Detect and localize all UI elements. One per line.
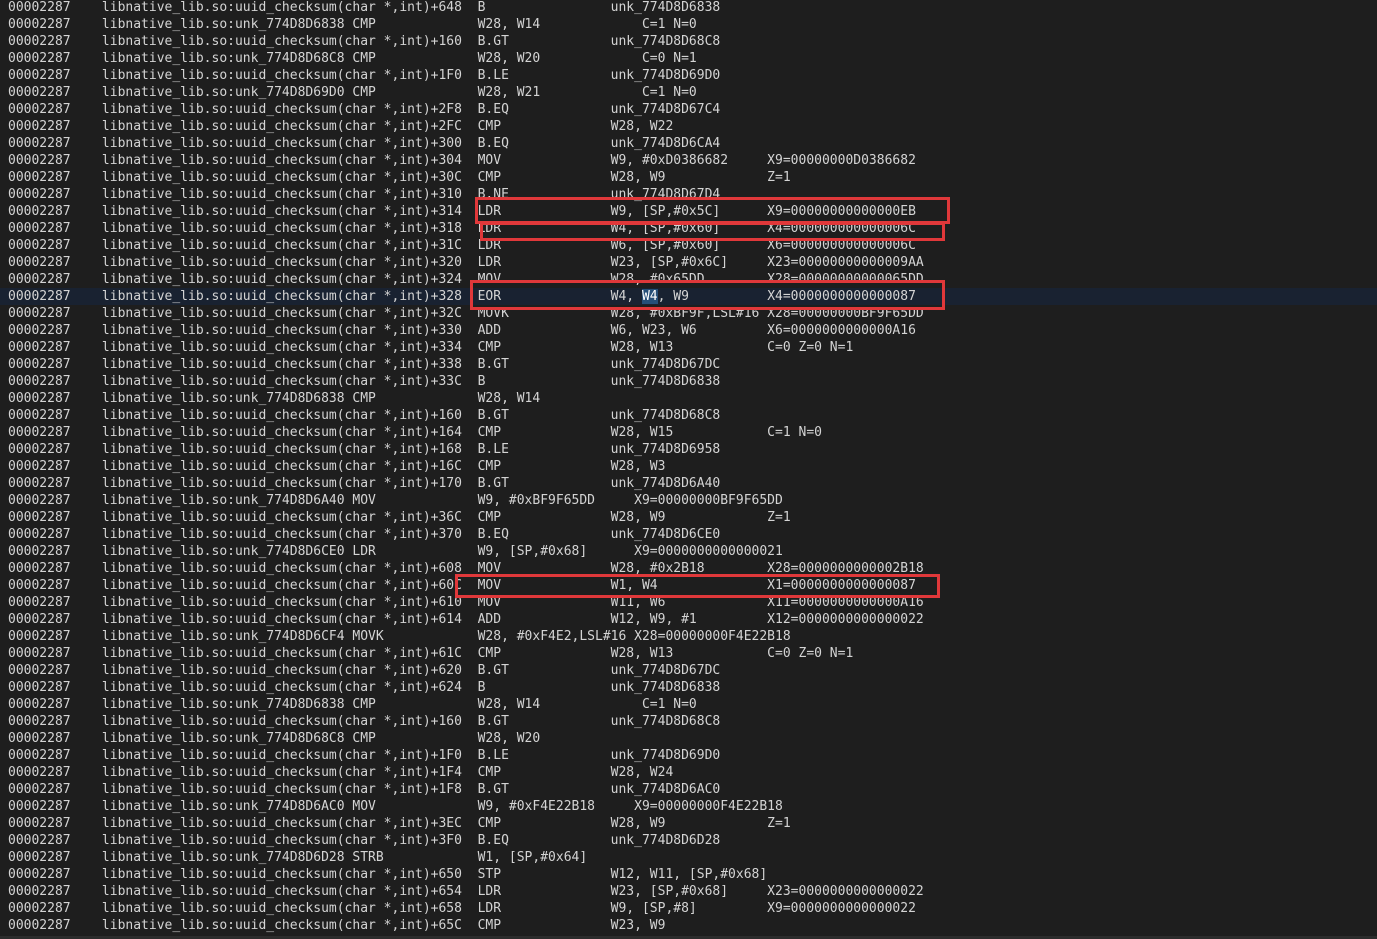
trace-line[interactable]: 00002287 libnative_lib.so:uuid_checksum(… bbox=[0, 713, 1377, 730]
trace-line[interactable]: 00002287 libnative_lib.so:uuid_checksum(… bbox=[0, 135, 1377, 152]
annotation-box-mov-w1 bbox=[455, 574, 940, 598]
trace-line[interactable]: 00002287 libnative_lib.so:uuid_checksum(… bbox=[0, 407, 1377, 424]
trace-line[interactable]: 00002287 libnative_lib.so:uuid_checksum(… bbox=[0, 373, 1377, 390]
annotation-box-ldr-w4 bbox=[480, 222, 945, 241]
trace-line[interactable]: 00002287 libnative_lib.so:uuid_checksum(… bbox=[0, 424, 1377, 441]
trace-line[interactable]: 00002287 libnative_lib.so:unk_774D8D6838… bbox=[0, 390, 1377, 407]
trace-line[interactable]: 00002287 libnative_lib.so:uuid_checksum(… bbox=[0, 832, 1377, 849]
trace-line[interactable]: 00002287 libnative_lib.so:uuid_checksum(… bbox=[0, 33, 1377, 50]
trace-line[interactable]: 00002287 libnative_lib.so:unk_774D8D6AC0… bbox=[0, 798, 1377, 815]
trace-line[interactable]: 00002287 libnative_lib.so:uuid_checksum(… bbox=[0, 458, 1377, 475]
trace-line[interactable]: 00002287 libnative_lib.so:unk_774D8D68C8… bbox=[0, 730, 1377, 747]
trace-line[interactable]: 00002287 libnative_lib.so:uuid_checksum(… bbox=[0, 883, 1377, 900]
trace-line[interactable]: 00002287 libnative_lib.so:uuid_checksum(… bbox=[0, 118, 1377, 135]
trace-line[interactable]: 00002287 libnative_lib.so:uuid_checksum(… bbox=[0, 662, 1377, 679]
trace-viewer: { "trace": { "lines": [ "00002287 libnat… bbox=[0, 0, 1377, 939]
annotation-box-eor bbox=[470, 280, 945, 310]
trace-line[interactable]: 00002287 libnative_lib.so:unk_774D8D68C8… bbox=[0, 50, 1377, 67]
trace-line[interactable]: 00002287 libnative_lib.so:unk_774D8D6838… bbox=[0, 696, 1377, 713]
trace-line[interactable]: 00002287 libnative_lib.so:unk_774D8D6A40… bbox=[0, 492, 1377, 509]
trace-line[interactable]: 00002287 libnative_lib.so:uuid_checksum(… bbox=[0, 611, 1377, 628]
trace-line[interactable]: 00002287 libnative_lib.so:uuid_checksum(… bbox=[0, 917, 1377, 934]
trace-line[interactable]: 00002287 libnative_lib.so:unk_774D8D6D28… bbox=[0, 849, 1377, 866]
trace-line[interactable]: 00002287 libnative_lib.so:uuid_checksum(… bbox=[0, 526, 1377, 543]
trace-line[interactable]: 00002287 libnative_lib.so:unk_774D8D6CF4… bbox=[0, 628, 1377, 645]
trace-line[interactable]: 00002287 libnative_lib.so:uuid_checksum(… bbox=[0, 169, 1377, 186]
trace-line[interactable]: 00002287 libnative_lib.so:uuid_checksum(… bbox=[0, 67, 1377, 84]
trace-line[interactable]: 00002287 libnative_lib.so:uuid_checksum(… bbox=[0, 509, 1377, 526]
trace-line[interactable]: 00002287 libnative_lib.so:uuid_checksum(… bbox=[0, 679, 1377, 696]
annotation-box-ldr-w9 bbox=[475, 197, 950, 224]
trace-line[interactable]: 00002287 libnative_lib.so:uuid_checksum(… bbox=[0, 322, 1377, 339]
trace-line[interactable]: 00002287 libnative_lib.so:uuid_checksum(… bbox=[0, 815, 1377, 832]
trace-line[interactable]: 00002287 libnative_lib.so:unk_774D8D6838… bbox=[0, 16, 1377, 33]
trace-line[interactable]: 00002287 libnative_lib.so:uuid_checksum(… bbox=[0, 152, 1377, 169]
trace-line[interactable]: 00002287 libnative_lib.so:uuid_checksum(… bbox=[0, 101, 1377, 118]
trace-line[interactable]: 00002287 libnative_lib.so:uuid_checksum(… bbox=[0, 356, 1377, 373]
trace-line[interactable]: 00002287 libnative_lib.so:uuid_checksum(… bbox=[0, 747, 1377, 764]
trace-line[interactable]: 00002287 libnative_lib.so:uuid_checksum(… bbox=[0, 254, 1377, 271]
trace-listing[interactable]: 00002287 libnative_lib.so:uuid_checksum(… bbox=[0, 0, 1377, 934]
trace-line[interactable]: 00002287 libnative_lib.so:uuid_checksum(… bbox=[0, 866, 1377, 883]
trace-line[interactable]: 00002287 libnative_lib.so:uuid_checksum(… bbox=[0, 645, 1377, 662]
trace-line[interactable]: 00002287 libnative_lib.so:uuid_checksum(… bbox=[0, 781, 1377, 798]
trace-line[interactable]: 00002287 libnative_lib.so:uuid_checksum(… bbox=[0, 339, 1377, 356]
trace-line[interactable]: 00002287 libnative_lib.so:uuid_checksum(… bbox=[0, 441, 1377, 458]
trace-line[interactable]: 00002287 libnative_lib.so:unk_774D8D69D0… bbox=[0, 84, 1377, 101]
trace-line[interactable]: 00002287 libnative_lib.so:unk_774D8D6CE0… bbox=[0, 543, 1377, 560]
trace-line[interactable]: 00002287 libnative_lib.so:uuid_checksum(… bbox=[0, 475, 1377, 492]
trace-line[interactable]: 00002287 libnative_lib.so:uuid_checksum(… bbox=[0, 900, 1377, 917]
trace-line[interactable]: 00002287 libnative_lib.so:uuid_checksum(… bbox=[0, 0, 1377, 16]
trace-line[interactable]: 00002287 libnative_lib.so:uuid_checksum(… bbox=[0, 764, 1377, 781]
